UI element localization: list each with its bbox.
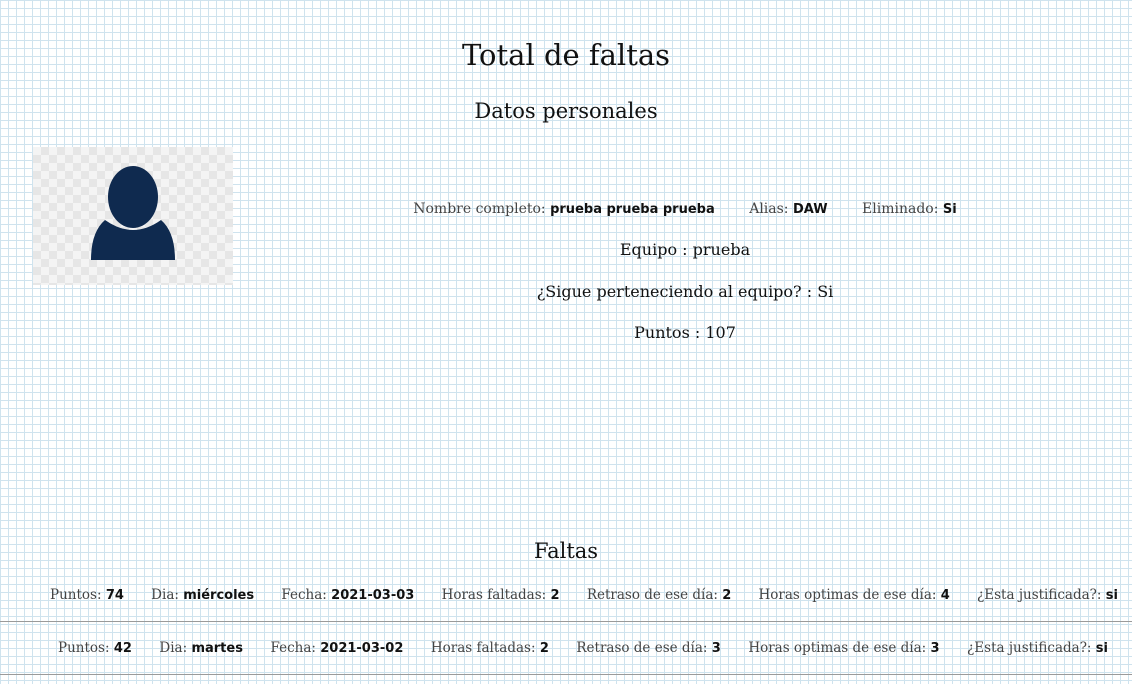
- horas-optimas-value: 4: [940, 588, 950, 603]
- justificada-value: si: [1095, 641, 1108, 656]
- horas-optimas-label: Horas optimas de ese día:: [758, 587, 937, 603]
- dia-label: Dia:: [151, 587, 179, 603]
- nombre-value: prueba prueba prueba: [550, 202, 715, 217]
- falta-row: Puntos: 74 Dia: miércoles Fecha: 2021-03…: [0, 569, 1132, 622]
- puntos-total-text: Puntos : 107: [634, 323, 736, 342]
- dia-field: Dia: martes: [159, 640, 243, 656]
- justificada-value: si: [1105, 588, 1118, 603]
- avatar: [33, 147, 233, 285]
- eliminado-field: Eliminado: Si: [862, 201, 957, 217]
- justificada-label: ¿Esta justificada?:: [977, 587, 1102, 603]
- dia-label: Dia:: [159, 640, 188, 656]
- nombre-label: Nombre completo:: [413, 201, 546, 217]
- sigue-perteneciendo-text: ¿Sigue perteneciendo al equipo? : Si: [536, 282, 834, 301]
- fecha-field: Fecha: 2021-03-03: [281, 587, 414, 603]
- retraso-field: Retraso de ese día: 3: [576, 640, 720, 656]
- horas-optimas-label: Horas optimas de ese día:: [748, 640, 927, 656]
- nombre-field: Nombre completo: prueba prueba prueba: [413, 201, 715, 217]
- puntos-label: Puntos:: [58, 640, 110, 656]
- alias-field: Alias: DAW: [749, 201, 827, 217]
- retraso-value: 2: [722, 588, 732, 603]
- puntos-label: Puntos:: [50, 587, 102, 603]
- equipo-text: Equipo : prueba: [619, 240, 751, 259]
- puntos-value: 42: [113, 641, 132, 656]
- section-title-datos-personales: Datos personales: [474, 99, 658, 123]
- horas-faltadas-label: Horas faltadas:: [430, 640, 536, 656]
- fecha-field: Fecha: 2021-03-02: [270, 640, 403, 656]
- horas-optimas-value: 3: [930, 641, 940, 656]
- personal-info-line: Nombre completo: prueba prueba prueba Al…: [300, 201, 1070, 217]
- retraso-field: Retraso de ese día: 2: [587, 587, 731, 603]
- retraso-label: Retraso de ese día:: [586, 587, 718, 603]
- dia-field: Dia: miércoles: [151, 587, 254, 603]
- justificada-label: ¿Esta justificada?:: [967, 640, 1092, 656]
- user-silhouette-icon: [91, 166, 175, 260]
- eliminado-label: Eliminado:: [862, 201, 939, 217]
- fecha-value: 2021-03-03: [331, 588, 415, 603]
- horas-faltadas-value: 2: [550, 588, 560, 603]
- fecha-label: Fecha:: [281, 587, 327, 603]
- eliminado-value: Si: [942, 202, 957, 217]
- dia-value: martes: [191, 641, 243, 656]
- puntos-field: Puntos: 74: [50, 587, 124, 603]
- horas-faltadas-label: Horas faltadas:: [441, 587, 547, 603]
- horas-faltadas-value: 2: [539, 641, 549, 656]
- fecha-value: 2021-03-02: [320, 641, 404, 656]
- fecha-label: Fecha:: [270, 640, 316, 656]
- retraso-label: Retraso de ese día:: [576, 640, 708, 656]
- dia-value: miércoles: [183, 588, 255, 603]
- horas-optimas-field: Horas optimas de ese día: 4: [759, 587, 950, 603]
- falta-row: Puntos: 42 Dia: martes Fecha: 2021-03-02…: [0, 622, 1132, 675]
- alias-value: DAW: [792, 202, 828, 217]
- justificada-field: ¿Esta justificada?: si: [977, 587, 1118, 603]
- alias-label: Alias:: [749, 201, 789, 217]
- faltas-title: Faltas: [533, 539, 599, 563]
- horas-faltadas-field: Horas faltadas: 2: [442, 587, 560, 603]
- puntos-field: Puntos: 42: [58, 640, 132, 656]
- justificada-field: ¿Esta justificada?: si: [967, 640, 1108, 656]
- horas-faltadas-field: Horas faltadas: 2: [431, 640, 549, 656]
- page-title: Total de faltas: [461, 38, 671, 72]
- horas-optimas-field: Horas optimas de ese día: 3: [748, 640, 939, 656]
- retraso-value: 3: [711, 641, 721, 656]
- puntos-value: 74: [105, 588, 124, 603]
